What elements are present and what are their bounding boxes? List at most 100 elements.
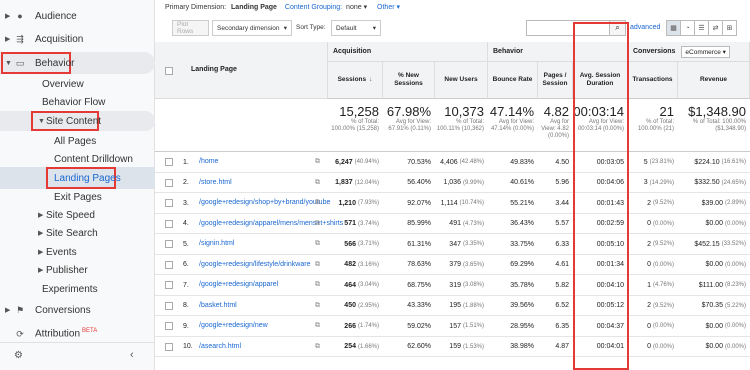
nu-cell: 1,036 (9.99%) bbox=[443, 179, 484, 186]
row-checkbox[interactable] bbox=[165, 178, 173, 187]
total-sessions: 15,258 % of Total: 100.00% (15,258) bbox=[331, 104, 379, 133]
ps-cell: 4.61 bbox=[555, 261, 569, 268]
person-icon: ● bbox=[17, 11, 23, 21]
rev-cell: $0.00 (0.00%) bbox=[705, 220, 746, 227]
sidebar-item-overview[interactable]: Overview bbox=[0, 74, 155, 94]
transactions-column-header[interactable]: Transactions bbox=[628, 62, 678, 99]
landing-page-link[interactable]: /google+redesign/apparel bbox=[199, 281, 278, 289]
avg-session-duration-column-header[interactable]: Avg. Session Duration bbox=[573, 62, 628, 99]
br-cell: 36.43% bbox=[510, 220, 534, 227]
landing-page-link[interactable]: /google+redesign/apparel/mens/mens+t+shi… bbox=[199, 220, 343, 228]
sidebar-item-site-search[interactable]: ▶ Site Search bbox=[0, 223, 155, 243]
caret-right-icon: ▶ bbox=[38, 212, 44, 219]
landing-page-header-cell bbox=[155, 42, 328, 99]
landing-page-link[interactable]: /asearch.html bbox=[199, 343, 241, 351]
sessions-cell: 571 (3.74%) bbox=[344, 220, 379, 227]
sessions-cell: 1,210 (7.93%) bbox=[338, 199, 379, 207]
advanced-link[interactable]: advanced bbox=[630, 24, 660, 31]
row-checkbox[interactable] bbox=[165, 240, 173, 248]
sidebar-item-attribution[interactable]: ⟳ Attribution BETA bbox=[0, 324, 155, 344]
sort-type-select[interactable]: Default ▾ bbox=[331, 20, 381, 36]
plot-rows-button[interactable]: Plot Rows bbox=[172, 20, 209, 36]
pivot-view-icon[interactable]: ⊞ bbox=[722, 20, 737, 36]
landing-page-link[interactable]: /signin.html bbox=[199, 240, 234, 248]
open-link-icon[interactable]: ⧉ bbox=[315, 337, 320, 357]
row-checkbox[interactable] bbox=[165, 158, 173, 166]
performance-view-icon[interactable]: ☰ bbox=[694, 20, 709, 36]
beta-badge: BETA bbox=[82, 328, 98, 335]
row-checkbox[interactable] bbox=[165, 199, 173, 207]
sidebar-footer: ⚙ ‹ bbox=[0, 342, 155, 370]
sidebar-item-landing-pages[interactable]: Landing Pages bbox=[0, 167, 155, 189]
tx-cell: 0 (0.00%) bbox=[647, 220, 674, 227]
sidebar-item-acquisition[interactable]: ▶ ⇶ Acquisition bbox=[0, 29, 155, 49]
new-users-column-header[interactable]: New Users bbox=[435, 62, 488, 99]
open-link-icon[interactable]: ⧉ bbox=[315, 173, 320, 193]
row-checkbox[interactable] bbox=[165, 342, 173, 351]
total-transactions: 21 % of Total: 100.00% (21) bbox=[637, 104, 674, 133]
dur-cell: 00:03:05 bbox=[596, 158, 624, 166]
landing-page-link[interactable]: /basket.html bbox=[199, 302, 237, 310]
open-link-icon[interactable]: ⧉ bbox=[315, 234, 320, 254]
row-checkbox[interactable] bbox=[165, 322, 173, 330]
revenue-column-header[interactable]: Revenue bbox=[678, 62, 750, 99]
sidebar-item-audience[interactable]: ▶ ● Audience bbox=[0, 6, 155, 26]
landing-page-column-header[interactable]: Landing Page bbox=[191, 66, 237, 73]
row-checkbox[interactable] bbox=[165, 260, 173, 269]
tx-cell: 0 (0.00%) bbox=[647, 322, 674, 330]
comparison-view-icon[interactable]: ⇄ bbox=[708, 20, 723, 36]
landing-page-link[interactable]: /home bbox=[199, 158, 218, 166]
pages-session-column-header[interactable]: Pages / Session bbox=[538, 62, 573, 99]
dur-cell: 00:05:12 bbox=[596, 302, 624, 309]
open-link-icon[interactable]: ⧉ bbox=[315, 193, 320, 213]
open-link-icon[interactable]: ⧉ bbox=[315, 214, 320, 234]
sidebar-item-behavior[interactable]: ▼ ▭ Behavior bbox=[0, 52, 155, 74]
row-checkbox[interactable] bbox=[165, 219, 173, 228]
row-number: 2. bbox=[183, 179, 189, 186]
caret-right-icon: ▶ bbox=[38, 249, 44, 256]
ecommerce-select[interactable]: eCommerce ▾ bbox=[681, 45, 730, 58]
open-link-icon[interactable]: ⧉ bbox=[315, 275, 320, 295]
sidebar-item-site-speed[interactable]: ▶ Site Speed bbox=[0, 205, 155, 225]
pie-view-icon[interactable]: ◔ bbox=[680, 20, 695, 36]
sidebar-item-all-pages[interactable]: All Pages bbox=[0, 131, 155, 151]
sidebar-item-exit-pages[interactable]: Exit Pages bbox=[0, 187, 155, 207]
landing-page-link[interactable]: /google+redesign/new bbox=[199, 322, 268, 330]
gear-icon[interactable]: ⚙ bbox=[14, 350, 23, 361]
table-row: 8. /basket.html ⧉ 450 (2.95%) 43.33% 195 (1.88%… bbox=[155, 296, 750, 316]
new-sessions-column-header[interactable]: % New Sessions bbox=[383, 62, 435, 99]
table-search-input[interactable] bbox=[526, 20, 610, 36]
row-number: 1. bbox=[183, 158, 189, 166]
chevron-down-icon: ▾ bbox=[283, 25, 287, 32]
table-view-icon[interactable]: ▦ bbox=[666, 20, 681, 36]
ps-cell: 6.33 bbox=[555, 240, 569, 248]
sidebar-item-behavior-flow[interactable]: Behavior Flow bbox=[0, 92, 155, 112]
landing-page-link[interactable]: /google+redesign/lifestyle/drinkware bbox=[199, 261, 310, 269]
search-icon[interactable]: ⌕ bbox=[610, 20, 626, 36]
sidebar-item-site-content[interactable]: ▼ Site Content bbox=[0, 111, 155, 131]
br-cell: 35.78% bbox=[510, 281, 534, 289]
sidebar-item-events[interactable]: ▶ Events bbox=[0, 242, 155, 262]
sidebar-item-content-drilldown[interactable]: Content Drilldown bbox=[0, 149, 155, 169]
sessions-cell: 266 (1.74%) bbox=[344, 322, 379, 330]
open-link-icon[interactable]: ⧉ bbox=[315, 316, 320, 336]
rev-cell: $70.35 (5.22%) bbox=[701, 302, 746, 309]
sidebar-item-experiments[interactable]: Experiments bbox=[0, 279, 155, 299]
row-checkbox[interactable] bbox=[165, 281, 173, 289]
row-number: 8. bbox=[183, 302, 189, 309]
secondary-dimension-select[interactable]: Secondary dimension ▾ bbox=[212, 20, 292, 36]
table-row: 2. /store.html ⧉ 1,837 (12.04%) 56.40% 1,036 (9… bbox=[155, 173, 750, 193]
open-link-icon[interactable]: ⧉ bbox=[315, 152, 320, 172]
sidebar-item-publisher[interactable]: ▶ Publisher bbox=[0, 260, 155, 280]
sidebar-item-conversions[interactable]: ▶ ⚑ Conversions bbox=[0, 300, 155, 320]
open-link-icon[interactable]: ⧉ bbox=[315, 296, 320, 316]
open-link-icon[interactable]: ⧉ bbox=[315, 255, 320, 275]
sessions-column-header[interactable]: Sessions ↓ bbox=[328, 62, 383, 99]
landing-page-link[interactable]: /store.html bbox=[199, 179, 232, 187]
landing-page-link[interactable]: /google+redesign/shop+by+brand/youtube bbox=[199, 199, 330, 207]
collapse-chevron-icon[interactable]: ‹ bbox=[130, 349, 134, 361]
select-all-checkbox[interactable] bbox=[165, 67, 173, 75]
bounce-rate-column-header[interactable]: Bounce Rate bbox=[488, 62, 538, 99]
row-checkbox[interactable] bbox=[165, 301, 173, 310]
main-content: Primary Dimension: Landing Page Content … bbox=[155, 0, 750, 370]
